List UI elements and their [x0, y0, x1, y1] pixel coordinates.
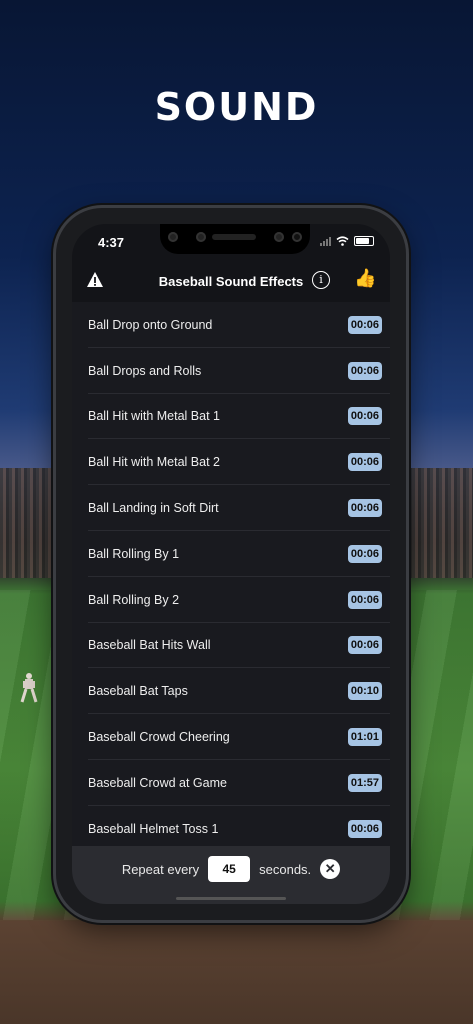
list-item[interactable]: Ball Drops and Rolls 00:06 — [72, 348, 390, 394]
phone-screen: 4:37 Baseball Sound Effects i 👍 Ball Dro… — [72, 224, 390, 904]
phone-notch — [160, 224, 310, 254]
sound-title: Ball Drop onto Ground — [88, 317, 213, 332]
sound-title: Ball Landing in Soft Dirt — [88, 501, 219, 516]
list-item[interactable]: Baseball Crowd at Game 01:57 — [72, 760, 390, 806]
app-logo: SOUND — [154, 85, 319, 129]
sound-list: Ball Drop onto Ground 00:06 Ball Drops and… — [72, 302, 390, 854]
list-item[interactable]: Ball Hit with Metal Bat 2 00:06 — [72, 439, 390, 485]
duration-badge: 00:06 — [347, 590, 382, 609]
seconds-label: seconds. — [259, 861, 312, 877]
battery-icon — [354, 236, 374, 246]
info-icon[interactable]: i — [312, 271, 330, 289]
duration-badge: 00:06 — [347, 636, 382, 655]
list-item[interactable]: Baseball Helmet Toss 1 00:06 — [72, 806, 390, 852]
home-indicator — [176, 897, 286, 900]
duration-badge: 00:06 — [347, 544, 382, 563]
list-item[interactable]: Ball Rolling By 2 00:06 — [72, 577, 390, 623]
baseball-player-figure — [20, 673, 38, 703]
thumbs-up-icon[interactable]: 👍 — [354, 268, 376, 289]
status-icons — [320, 236, 374, 246]
list-item[interactable]: Ball Hit with Metal Bat 1 00:06 — [72, 394, 390, 440]
repeat-label: Repeat every — [121, 861, 200, 877]
sound-title: Baseball Bat Hits Wall — [88, 638, 211, 653]
sound-title: Baseball Crowd at Game — [88, 775, 227, 790]
list-item[interactable]: Ball Rolling By 1 00:06 — [72, 531, 390, 577]
list-item[interactable]: Baseball Bat Taps 00:10 — [72, 668, 390, 714]
status-time: 4:37 — [98, 235, 125, 250]
duration-badge: 00:06 — [347, 819, 382, 838]
page-title: Baseball Sound Effects — [158, 273, 304, 289]
sound-title: Ball Hit with Metal Bat 2 — [88, 455, 220, 470]
earpiece-speaker — [212, 234, 256, 240]
duration-badge: 00:06 — [347, 407, 382, 426]
cellular-signal-icon — [320, 236, 331, 246]
sound-title: Baseball Bat Taps — [88, 684, 188, 699]
list-item[interactable]: Ball Landing in Soft Dirt 00:06 — [72, 485, 390, 531]
list-item[interactable]: Baseball Crowd Cheering 01:01 — [72, 714, 390, 760]
duration-badge: 01:01 — [347, 728, 382, 747]
phone-frame: 4:37 Baseball Sound Effects i 👍 Ball Dro… — [56, 208, 406, 920]
repeat-footer: Repeat every seconds. ✕ — [72, 846, 390, 904]
sound-title: Ball Rolling By 1 — [88, 546, 180, 561]
sound-title: Baseball Helmet Toss 1 — [88, 821, 219, 836]
duration-badge: 00:06 — [347, 361, 382, 380]
navigation-bar: Baseball Sound Effects i 👍 — [72, 260, 390, 302]
repeat-interval-input[interactable] — [208, 856, 251, 882]
sensor-dot — [196, 232, 206, 242]
list-item[interactable]: Baseball Bat Hits Wall 00:06 — [72, 623, 390, 669]
sensor-dot — [292, 232, 302, 242]
wifi-icon — [336, 236, 349, 246]
sound-title: Ball Rolling By 2 — [88, 592, 180, 607]
list-item[interactable]: Ball Drop onto Ground 00:06 — [72, 302, 390, 348]
sound-title: Baseball Crowd Cheering — [88, 730, 230, 745]
duration-badge: 00:06 — [347, 315, 382, 334]
duration-badge: 00:06 — [347, 499, 382, 518]
duration-badge: 00:10 — [347, 682, 382, 701]
duration-badge: 01:57 — [347, 773, 382, 792]
duration-badge: 00:06 — [347, 453, 382, 472]
sound-title: Ball Drops and Rolls — [88, 363, 202, 378]
sound-title: Ball Hit with Metal Bat 1 — [88, 409, 220, 424]
stands-right — [403, 468, 473, 578]
stands-left — [0, 468, 60, 578]
sensor-dot — [168, 232, 178, 242]
front-camera — [274, 232, 284, 242]
close-icon[interactable]: ✕ — [320, 859, 341, 879]
